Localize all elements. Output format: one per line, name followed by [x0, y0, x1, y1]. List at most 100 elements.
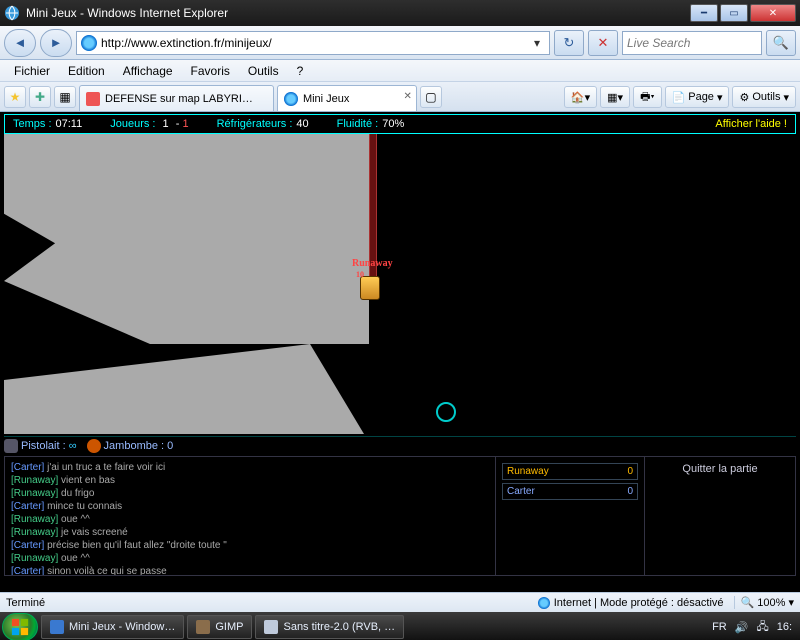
chat-line: [Runaway] je vais screené: [11, 526, 489, 539]
tab-close-icon[interactable]: ✕: [404, 91, 412, 102]
hud-fluid-value: 70%: [382, 118, 404, 130]
search-go-button[interactable]: 🔍: [766, 30, 796, 56]
weapon-bar: Pistolait : ∞ Jambombe : 0: [4, 436, 796, 454]
tab-minijeux[interactable]: Mini Jeux ✕: [277, 85, 417, 111]
page-menu-button[interactable]: 📄 Page ▾: [665, 86, 730, 108]
print-button[interactable]: 🖶▾: [633, 86, 661, 108]
quit-button[interactable]: Quitter la partie: [651, 463, 789, 475]
menu-view[interactable]: Affichage: [115, 62, 181, 80]
jambombe-icon: [87, 439, 101, 453]
stop-button[interactable]: ✕: [588, 30, 618, 56]
window-titlebar: Mini Jeux - Windows Internet Explorer ━ …: [0, 0, 800, 26]
url-dropdown-icon[interactable]: ▾: [529, 36, 545, 50]
weapon-name: Pistolait :: [21, 439, 66, 451]
start-button[interactable]: [2, 613, 38, 640]
tab-favicon-icon: [284, 92, 298, 106]
score-row: Runaway0: [502, 463, 638, 480]
bottom-panel: [Carter] j'ai un truc a te faire voir ic…: [4, 456, 796, 576]
game-viewport[interactable]: Runaway 10: [4, 134, 796, 434]
hud-time-label: Temps :: [13, 118, 52, 130]
menu-fav[interactable]: Favoris: [183, 62, 238, 80]
menu-bar: Fichier Edition Affichage Favoris Outils…: [0, 60, 800, 82]
player-body-icon: [360, 276, 380, 300]
forward-button[interactable]: ►: [40, 29, 72, 57]
chat-line: [Carter] j'ai un truc a te faire voir ic…: [11, 461, 489, 474]
window-title: Mini Jeux - Windows Internet Explorer: [26, 6, 688, 20]
menu-tools[interactable]: Outils: [240, 62, 287, 80]
windows-logo-icon: [11, 618, 29, 636]
globe-icon: [538, 597, 550, 609]
taskbar-item[interactable]: GIMP: [187, 615, 252, 639]
tray-clock[interactable]: 16:: [777, 621, 792, 633]
quick-tabs-icon[interactable]: ▦: [54, 86, 76, 108]
chat-log[interactable]: [Carter] j'ai un truc a te faire voir ic…: [5, 457, 495, 575]
hud-help-link[interactable]: Afficher l'aide !: [715, 119, 787, 130]
chat-line: [Runaway] du frigo: [11, 487, 489, 500]
feeds-button[interactable]: ▦▾: [600, 86, 630, 108]
tab-defense[interactable]: DEFENSE sur map LABYRI…: [79, 85, 274, 111]
favorites-star-icon[interactable]: ★: [4, 86, 26, 108]
player-name: Runaway: [352, 258, 393, 269]
taskbar-item-icon: [196, 620, 210, 634]
hud-players-b: 1: [182, 118, 188, 130]
hud-players-a: 1: [163, 118, 169, 130]
address-bar: ◄ ► ▾ ↻ ✕ Live Search 🔍: [0, 26, 800, 60]
url-input[interactable]: [101, 36, 529, 50]
hud-fluid-label: Fluidité :: [337, 118, 379, 130]
hud-players-sep: -: [173, 118, 183, 130]
hud-time-value: 07:11: [56, 118, 83, 130]
new-tab-button[interactable]: ▢: [420, 86, 442, 108]
map-wall: [4, 134, 369, 344]
tray-network-icon[interactable]: 🖧: [756, 618, 768, 637]
pistolait-icon: [4, 439, 18, 453]
weapon-name: Jambombe :: [104, 439, 165, 451]
close-button[interactable]: ✕: [750, 4, 796, 22]
add-favorite-icon[interactable]: ✚: [29, 86, 51, 108]
back-button[interactable]: ◄: [4, 29, 36, 57]
weapon-ammo: 0: [167, 439, 173, 451]
tab-favicon-icon: [86, 92, 100, 106]
minimize-button[interactable]: ━: [690, 4, 718, 22]
ie-status-bar: Terminé Internet | Mode protégé : désact…: [0, 592, 800, 612]
tray-lang[interactable]: FR: [712, 621, 727, 633]
url-field[interactable]: ▾: [76, 31, 550, 55]
taskbar-item[interactable]: Sans titre-2.0 (RVB, …: [255, 615, 404, 639]
chat-line: [Carter] mince tu connais: [11, 500, 489, 513]
system-tray[interactable]: FR 🔊 🖧 16:: [712, 618, 798, 637]
menu-help[interactable]: ?: [289, 62, 312, 80]
tab-label: DEFENSE sur map LABYRI…: [105, 93, 253, 105]
page-menu-label: Page: [688, 91, 714, 103]
zoom-control[interactable]: 🔍 100% ▾: [734, 596, 794, 609]
tray-volume-icon[interactable]: 🔊: [735, 621, 749, 634]
hud-players-label: Joueurs :: [110, 118, 155, 130]
security-zone[interactable]: Internet | Mode protégé : désactivé: [538, 597, 724, 609]
hud-fridge-value: 40: [296, 118, 308, 130]
weapon-pistolait[interactable]: Pistolait : ∞: [4, 439, 77, 453]
menu-file[interactable]: Fichier: [6, 62, 58, 80]
score-box: Runaway0 Carter0: [495, 457, 645, 575]
windows-taskbar: Mini Jeux - Window…GIMPSans titre-2.0 (R…: [0, 612, 800, 640]
refresh-button[interactable]: ↻: [554, 30, 584, 56]
map-wall: [4, 344, 364, 434]
weapon-jambombe[interactable]: Jambombe : 0: [87, 439, 174, 453]
home-button[interactable]: 🏠▾: [564, 86, 597, 108]
weapon-ammo: ∞: [69, 439, 77, 451]
cursor-ring-icon: [436, 402, 456, 422]
maximize-button[interactable]: ▭: [720, 4, 748, 22]
tools-menu-button[interactable]: ⚙ Outils ▾: [732, 86, 796, 108]
page-content: Temps : 07:11 Joueurs : 1 - 1 Réfrigérate…: [0, 114, 800, 592]
status-done: Terminé: [6, 597, 45, 609]
taskbar-item[interactable]: Mini Jeux - Window…: [41, 615, 184, 639]
quit-box: Quitter la partie: [645, 457, 795, 575]
menu-edit[interactable]: Edition: [60, 62, 113, 80]
tools-menu-label: Outils: [752, 91, 780, 103]
hud-fridge-label: Réfrigérateurs :: [217, 118, 293, 130]
game-hud: Temps : 07:11 Joueurs : 1 - 1 Réfrigérate…: [4, 114, 796, 134]
zoom-value: 100%: [757, 597, 785, 609]
search-placeholder: Live Search: [627, 36, 690, 50]
chat-line: [Carter] précise bien qu'il faut allez "…: [11, 539, 489, 552]
search-box[interactable]: Live Search: [622, 31, 762, 55]
zone-label: Internet | Mode protégé : désactivé: [554, 597, 724, 609]
score-row: Carter0: [502, 483, 638, 500]
taskbar-item-icon: [264, 620, 278, 634]
